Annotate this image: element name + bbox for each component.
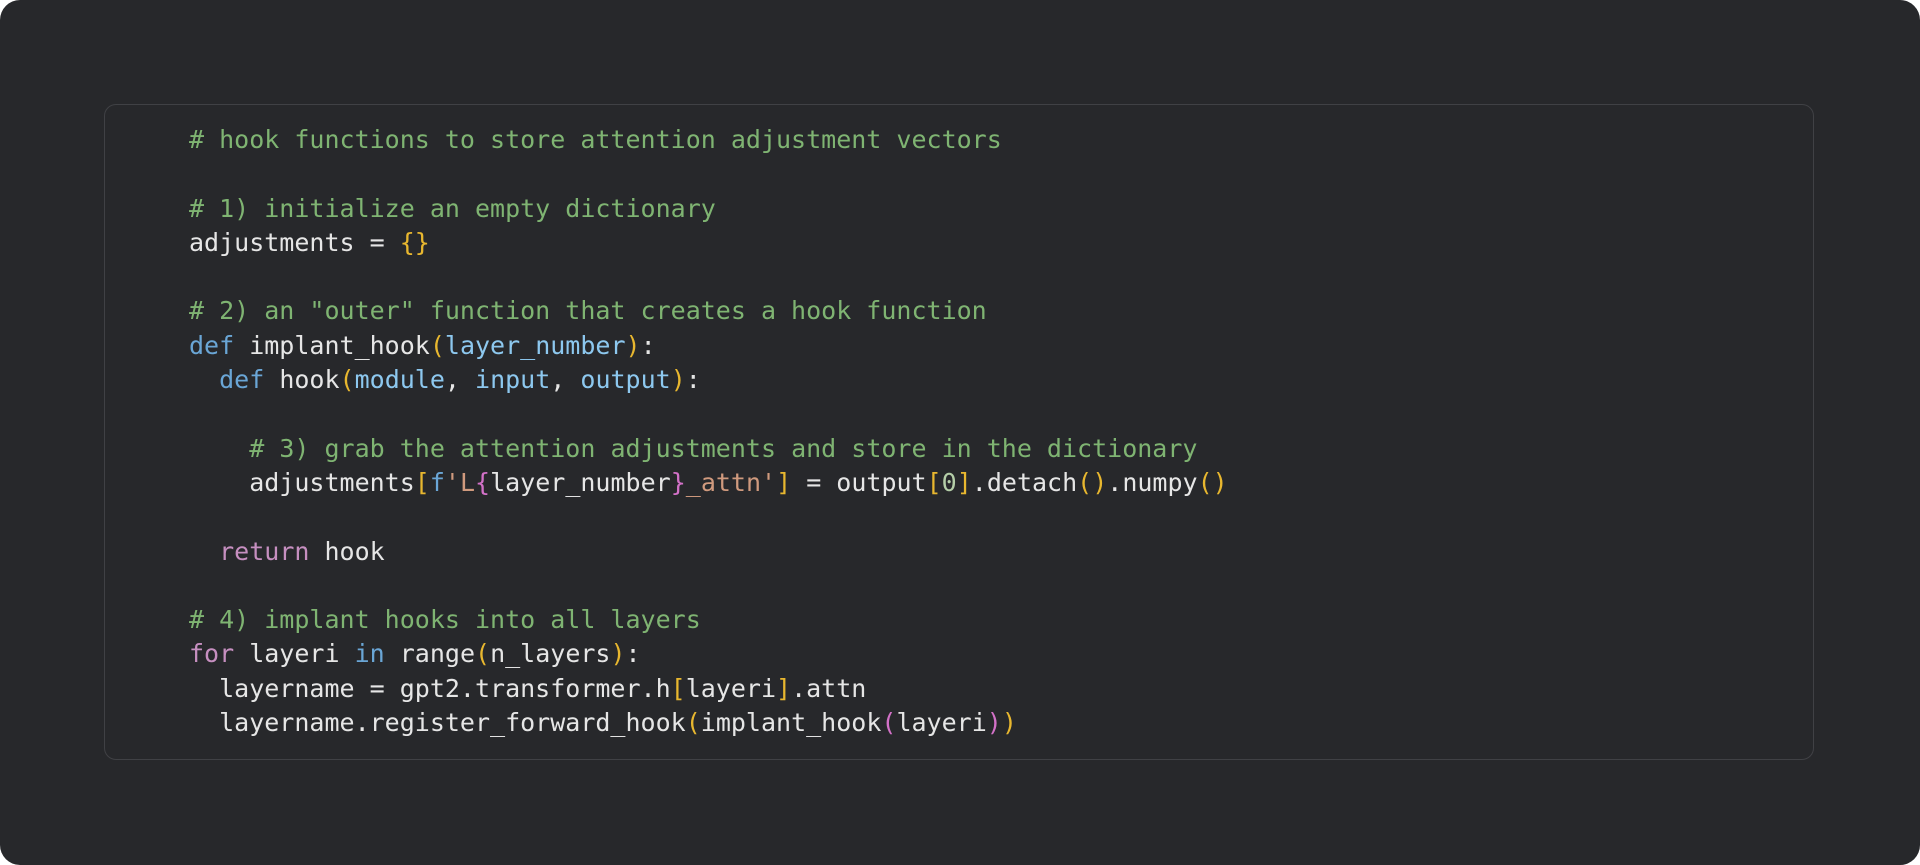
code-token-brace-pink: { (475, 467, 491, 497)
code-token-comment: # 1) initialize an empty dictionary (189, 193, 716, 223)
code-token-brace-pink: } (670, 467, 686, 497)
code-token-name (189, 537, 219, 566)
code-token-name: , (550, 365, 581, 395)
code-token-name: hook (264, 365, 340, 395)
code-token-name: layeri (896, 708, 987, 738)
code-token-keyword: def (189, 330, 235, 360)
code-token-comment: # 4) implant hooks into all layers (189, 605, 701, 635)
code-token-brace-gold: ) (670, 365, 686, 395)
code-line[interactable]: adjustments = {} (189, 226, 1228, 260)
code-line[interactable]: for layeri in range(n_layers): (189, 637, 1228, 671)
code-line[interactable]: # 4) implant hooks into all layers (189, 603, 1228, 637)
code-token-brace-gold: ( (475, 639, 491, 669)
code-token-param: module (354, 365, 445, 395)
code-token-name: adjustments = (189, 227, 400, 257)
code-token-name: layeri (234, 639, 355, 669)
code-token-brace-gold: ] (776, 467, 792, 497)
code-token-name: : (685, 365, 701, 395)
code-line[interactable]: layername = gpt2.transformer.h[layeri].a… (189, 672, 1228, 706)
code-token-name: .numpy (1107, 467, 1198, 497)
code-token-name: .attn (791, 673, 867, 703)
code-block[interactable]: # hook functions to store attention adju… (104, 104, 1814, 760)
code-token-fstring: _attn' (685, 467, 777, 497)
editor-window: # hook functions to store attention adju… (0, 0, 1920, 865)
code-line[interactable]: adjustments[f'L{layer_number}_attn'] = o… (189, 466, 1228, 500)
code-token-comment: # hook functions to store attention adju… (189, 125, 1002, 154)
code-line[interactable]: def hook(module, input, output): (189, 363, 1228, 397)
code-token-brace-gold: [ (670, 673, 686, 703)
code-token-name: hook (309, 536, 385, 566)
code-token-brace-gold: [ (414, 467, 430, 497)
code-token-name: layer_number (490, 467, 671, 497)
code-line[interactable]: # hook functions to store attention adju… (189, 123, 1228, 157)
code-token-brace-gold: [ (926, 467, 942, 497)
code-token-brace-gold: ( (685, 708, 701, 738)
code-line[interactable] (189, 569, 1228, 603)
code-token-name: , (444, 365, 476, 395)
code-token-name: implant_hook (234, 330, 430, 360)
code-token-brace-gold: () (1077, 467, 1108, 497)
code-token-brace-gold: {} (399, 227, 430, 257)
code-token-keyword: def (219, 365, 265, 395)
code-token-keyword-ctl: return (219, 536, 310, 566)
code-token-brace-gold: ) (610, 639, 626, 669)
code-token-name (189, 434, 249, 463)
code-token-param: layer_number (444, 330, 626, 360)
code-token-name: layername.register_forward_hook (189, 708, 686, 738)
code-token-name: layeri (685, 673, 777, 703)
code-line[interactable]: # 3) grab the attention adjustments and … (189, 432, 1228, 466)
code-token-param: output (580, 365, 671, 395)
code-line[interactable]: # 2) an "outer" function that creates a … (189, 294, 1228, 328)
code-token-brace-gold: () (1197, 467, 1228, 497)
code-token-brace-gold: ) (1001, 708, 1017, 738)
code-content[interactable]: # hook functions to store attention adju… (189, 123, 1228, 740)
code-line[interactable]: def implant_hook(layer_number): (189, 329, 1228, 363)
code-line[interactable] (189, 260, 1228, 294)
code-token-keyword-ctl: for (189, 639, 235, 669)
code-token-keyword: in (354, 639, 385, 669)
code-token-comment: # 3) grab the attention adjustments and … (249, 433, 1198, 463)
code-token-comment: # 2) an "outer" function that creates a … (189, 296, 987, 326)
code-token-name: range (384, 639, 475, 669)
code-token-number: 0 (941, 467, 957, 497)
code-token-fprefix: f (429, 467, 445, 497)
code-line[interactable]: return hook (189, 535, 1228, 569)
code-line[interactable] (189, 157, 1228, 191)
code-token-brace-gold: ) (625, 330, 641, 360)
code-token-name: adjustments (189, 467, 415, 497)
code-token-name: .detach (971, 467, 1078, 497)
code-token-name: = output (791, 467, 927, 497)
code-line[interactable]: # 1) initialize an empty dictionary (189, 192, 1228, 226)
code-token-brace-gold: ( (429, 330, 445, 360)
code-token-param: input (475, 365, 551, 395)
code-token-name (189, 365, 219, 394)
code-token-brace-gold: ] (956, 467, 972, 497)
code-token-name: n_layers (490, 639, 611, 669)
code-token-brace-pink: ( (881, 708, 897, 738)
code-line[interactable] (189, 500, 1228, 534)
code-token-name: implant_hook (700, 708, 882, 738)
code-token-name: : (640, 330, 656, 360)
code-token-fstring: 'L (444, 467, 476, 497)
code-token-brace-gold: ( (339, 365, 355, 395)
code-line[interactable] (189, 397, 1228, 431)
code-token-brace-gold: ] (776, 673, 792, 703)
code-token-brace-pink: ) (986, 708, 1002, 738)
code-line[interactable]: layername.register_forward_hook(implant_… (189, 706, 1228, 740)
code-token-name: layername = gpt2.transformer.h (189, 673, 671, 703)
code-token-name: : (625, 639, 641, 669)
